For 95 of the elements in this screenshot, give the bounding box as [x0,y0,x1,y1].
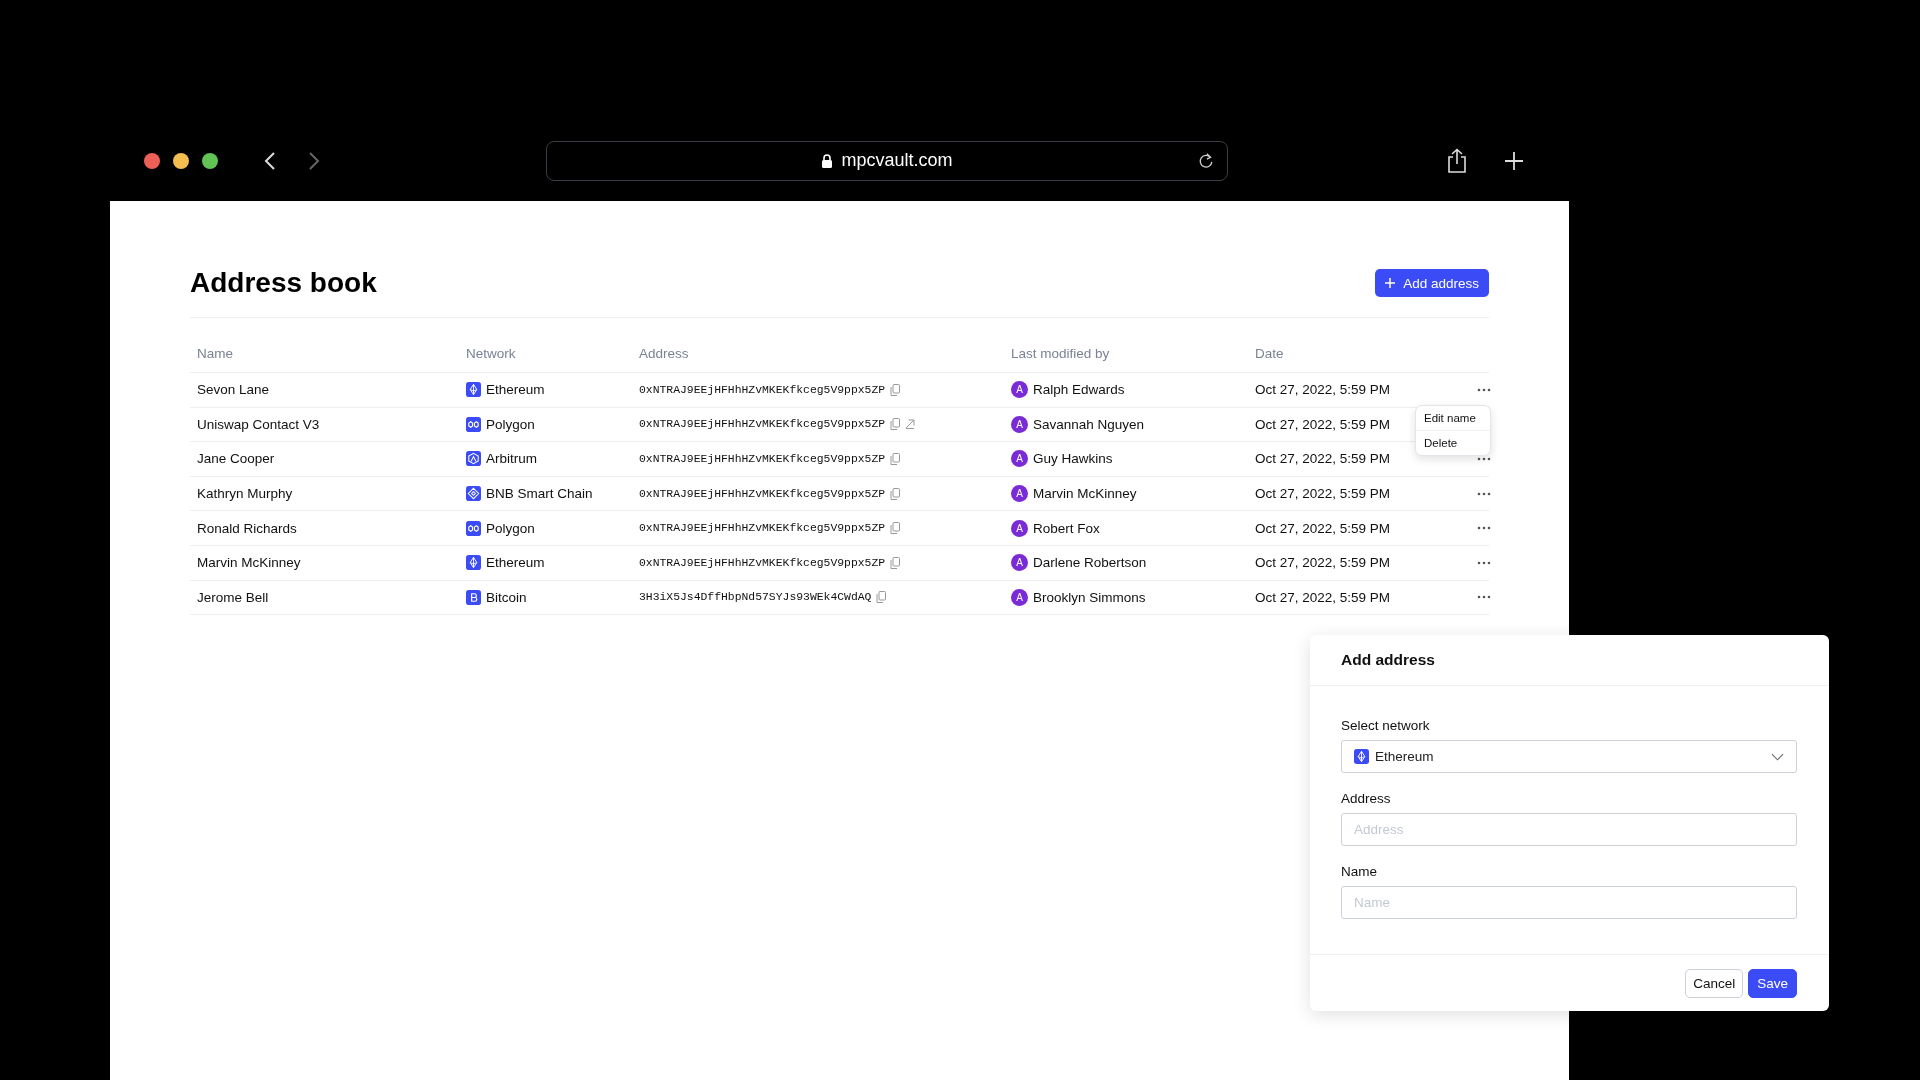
more-icon[interactable] [1477,560,1491,565]
date-cell-text: Oct 27, 2022, 5:59 PM [1255,451,1392,467]
name-cell-text: Jerome Bell [197,589,270,605]
bitcoin-icon [466,589,481,605]
column-header: Address [639,346,690,361]
network-name: Ethereum [486,555,545,571]
cancel-button[interactable]: Cancel [1685,968,1744,998]
name-cell-text: Ronald Richards [197,520,298,536]
more-icon[interactable] [1477,526,1491,531]
plus-icon [1385,278,1396,288]
polygon-icon [466,520,481,536]
user-name: Robert Fox [1033,520,1100,536]
date-cell-text: Oct 27, 2022, 5:59 PM [1255,520,1392,536]
menu-item[interactable]: Edit name [1416,405,1490,430]
close-window-button[interactable] [144,152,160,169]
add-address-button[interactable]: Add address [1375,269,1489,297]
copy-icon[interactable] [890,487,901,500]
address-input[interactable]: Address [1341,813,1797,846]
user-avatar: A [1011,519,1028,537]
field-label: Address [1341,791,1392,806]
network-select[interactable]: Ethereum [1341,740,1797,773]
address-text: 0xNTRAJ9EEjHFHhHZvMKEKfkceg5V9ppx5ZP [639,556,886,569]
user-avatar: A [1011,588,1028,606]
column-header: Last modified by [1011,346,1111,361]
name-input[interactable]: Name [1341,886,1797,919]
save-button[interactable]: Save [1748,968,1797,998]
column-header: Date [1255,346,1285,361]
user-avatar: A [1011,415,1028,433]
name-cell-text: Jane Cooper [197,451,276,467]
date-cell-text: Oct 27, 2022, 5:59 PM [1255,382,1392,398]
new-tab-icon[interactable] [1504,150,1524,171]
user-name: Ralph Edwards [1033,382,1125,398]
user-name: Guy Hawkins [1033,451,1113,467]
user-name: Brooklyn Simmons [1033,589,1146,605]
copy-icon[interactable] [876,591,887,604]
address-text: 0xNTRAJ9EEjHFHhHZvMKEKfkceg5V9ppx5ZP [639,522,886,535]
address-text: 0xNTRAJ9EEjHFHhHZvMKEKfkceg5V9ppx5ZP [639,418,886,431]
network-name: BNB Smart Chain [486,486,593,502]
network-name: Ethereum [486,382,545,398]
user-name: Marvin McKinney [1033,486,1137,502]
more-icon[interactable] [1477,457,1491,461]
date-cell-text: Oct 27, 2022, 5:59 PM [1255,416,1392,432]
copy-icon[interactable] [890,522,901,535]
ethereum-icon [466,555,481,571]
field-label: Name [1341,864,1378,879]
reload-icon[interactable] [1197,151,1215,170]
chevron-down-icon [1771,752,1784,761]
diamond-icon [466,486,481,502]
network-name: Polygon [486,520,535,536]
network-name: Bitcoin [486,589,527,605]
maximize-window-button[interactable] [202,152,218,169]
address-text: 0xNTRAJ9EEjHFHhHZvMKEKfkceg5V9ppx5ZP [639,383,886,396]
page-title: Address book [190,267,377,299]
url-text: mpcvault.com [841,150,953,171]
copy-icon[interactable] [890,418,901,431]
name-cell-text: Uniswap Contact V3 [197,416,321,432]
date-cell-text: Oct 27, 2022, 5:59 PM [1255,555,1392,571]
address-text: 3H3iX5Js4DffHbpNd57SYJs93WEk4CWdAQ [639,591,872,604]
more-icon[interactable] [1477,595,1491,600]
name-cell-text: Marvin McKinney [197,555,302,571]
copy-icon[interactable] [890,383,901,396]
forward-icon[interactable] [308,150,320,171]
field-label: Select network [1341,718,1431,733]
polygon-icon [466,416,481,432]
user-name: Darlene Robertson [1033,555,1147,571]
date-cell-text: Oct 27, 2022, 5:59 PM [1255,589,1392,605]
column-header: Name [197,346,234,361]
menu-item[interactable]: Delete [1416,429,1490,455]
name-cell-text: Sevon Lane [197,382,271,398]
address-text: 0xNTRAJ9EEjHFHhHZvMKEKfkceg5V9ppx5ZP [639,487,886,500]
address-text: 0xNTRAJ9EEjHFHhHZvMKEKfkceg5V9ppx5ZP [639,453,886,465]
external-link-icon[interactable] [905,419,916,430]
user-avatar: A [1011,485,1028,503]
column-header: Network [466,346,517,361]
dialog-title: Add address [1341,651,1435,669]
share-icon[interactable] [1446,147,1468,174]
ethereum-icon [1354,749,1369,764]
network-name: Arbitrum [486,451,537,467]
arbitrum-icon [466,451,481,467]
date-cell-text: Oct 27, 2022, 5:59 PM [1255,486,1392,502]
back-icon[interactable] [264,150,276,171]
user-avatar: A [1011,450,1028,468]
more-icon[interactable] [1477,387,1491,392]
copy-icon[interactable] [890,556,901,569]
lock-icon [821,153,834,168]
user-avatar: A [1011,381,1028,399]
address-bar[interactable]: mpcvault.com [546,140,1228,181]
user-name: Savannah Nguyen [1033,416,1145,432]
more-icon[interactable] [1477,491,1491,496]
name-cell-text: Kathryn Murphy [197,486,294,502]
user-avatar: A [1011,554,1028,572]
minimize-window-button[interactable] [173,152,189,169]
ethereum-icon [466,382,481,398]
copy-icon[interactable] [890,453,901,465]
network-name: Polygon [486,416,535,432]
